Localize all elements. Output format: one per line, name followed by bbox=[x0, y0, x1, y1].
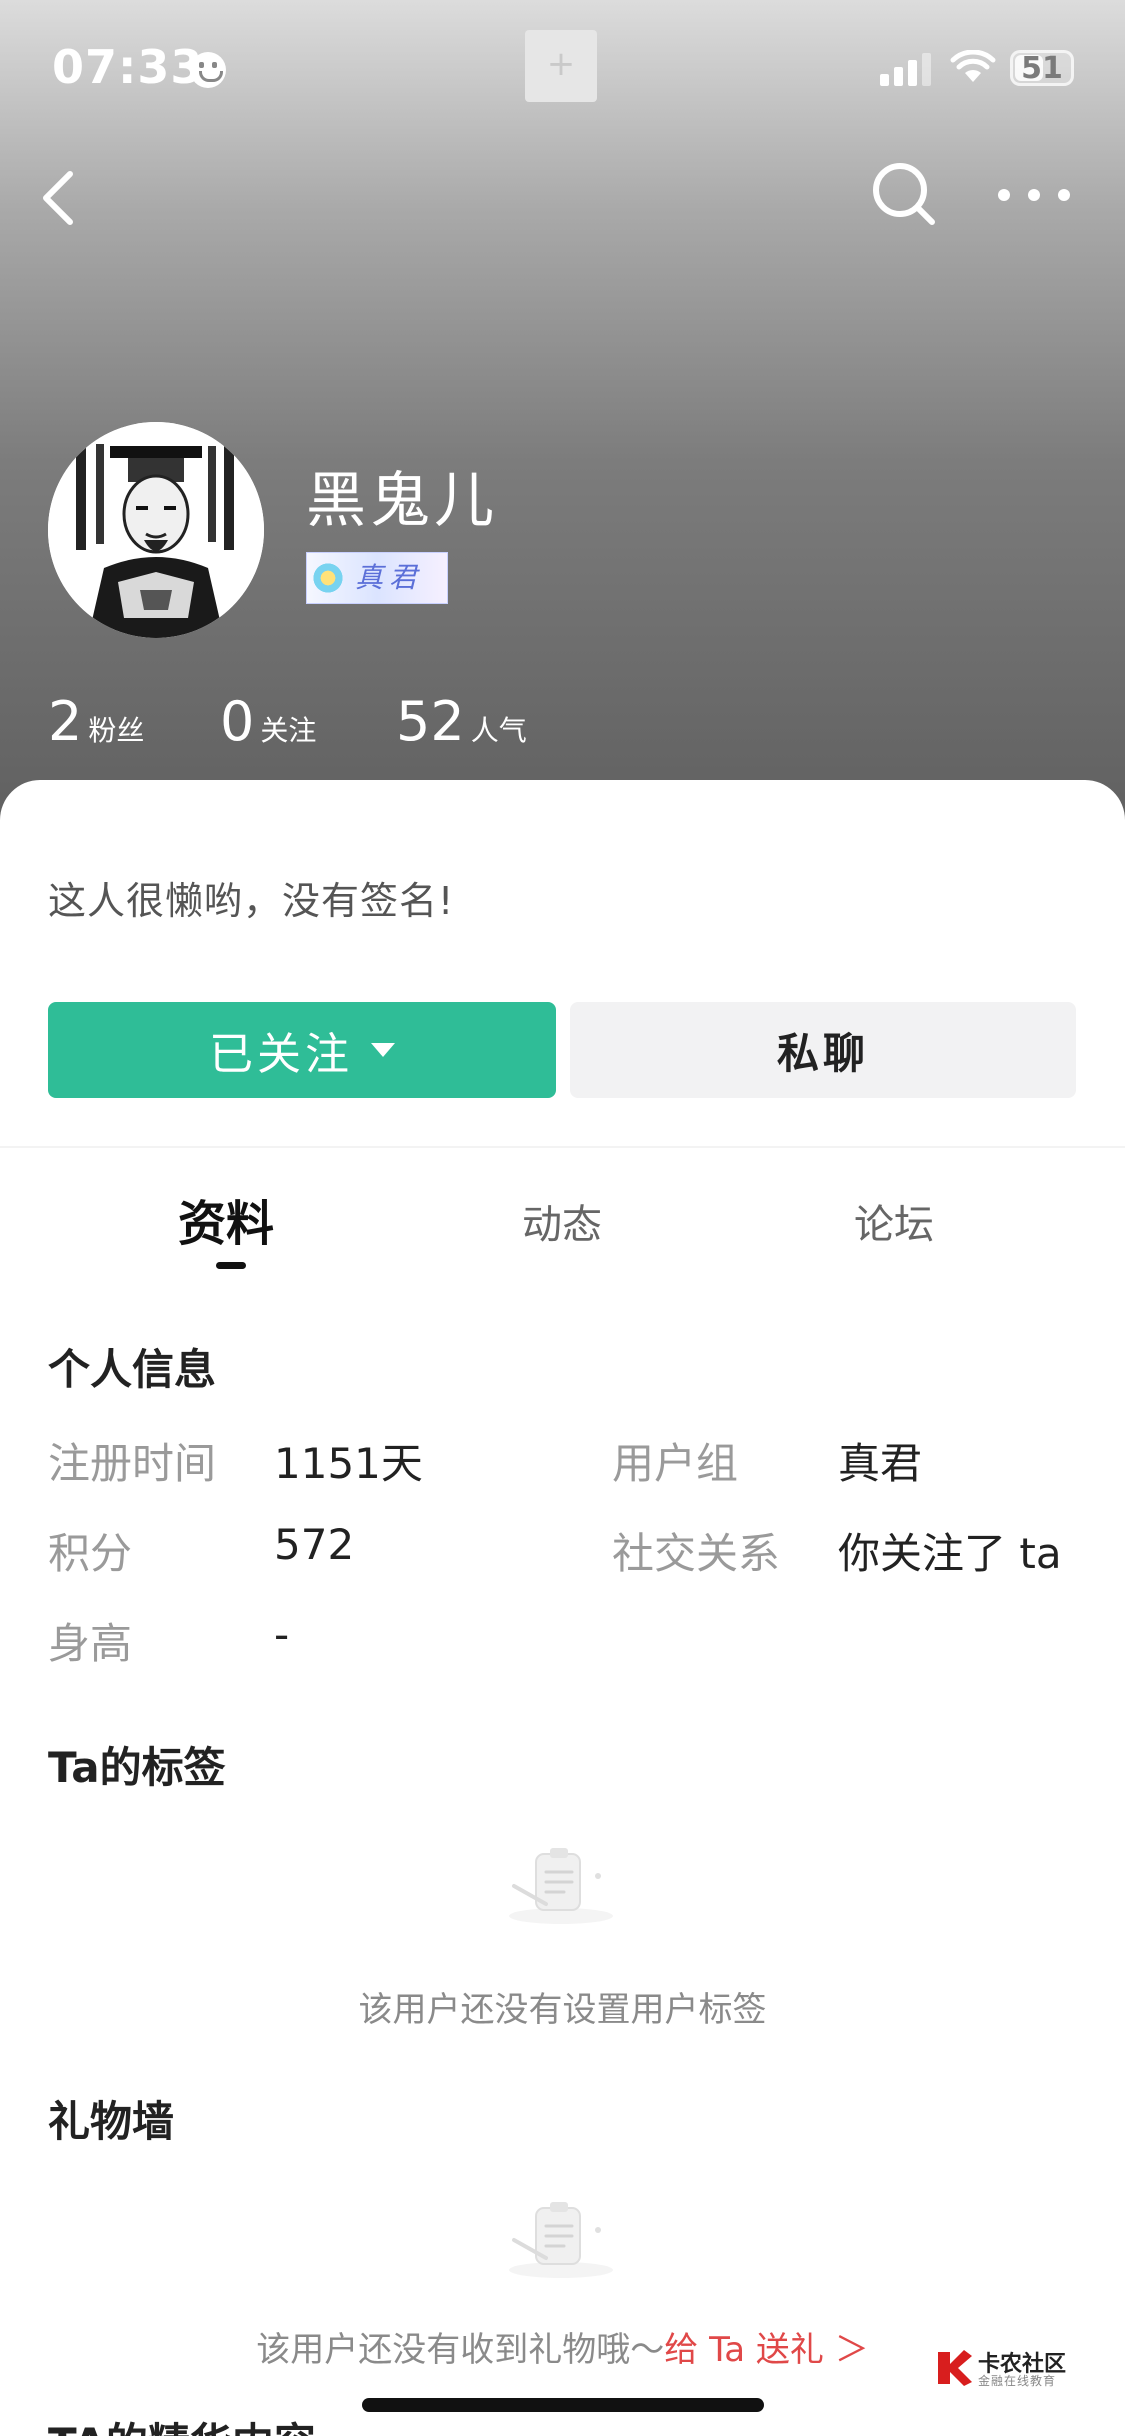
smile-icon bbox=[190, 52, 226, 88]
info-value-register-time: 1151天 bbox=[274, 1439, 423, 1488]
info-label-social: 社交关系 bbox=[612, 1529, 781, 1578]
tags-empty-text: 该用户还没有设置用户标签 bbox=[358, 1990, 767, 2030]
personal-info-title: 个人信息 bbox=[48, 1345, 217, 1394]
info-label-height: 身高 bbox=[48, 1619, 133, 1668]
stat-value: 52 bbox=[396, 690, 465, 753]
watermark-sub: 金融在线教育 bbox=[978, 2374, 1057, 2388]
info-label-points: 积分 bbox=[48, 1529, 133, 1578]
empty-document-icon bbox=[509, 2202, 613, 2278]
stat-value: 0 bbox=[220, 690, 255, 753]
send-gift-link[interactable]: 给 Ta 送礼 ＞ bbox=[664, 2330, 868, 2370]
avatar-portrait-image bbox=[48, 422, 264, 638]
tab-activity[interactable]: 动态 bbox=[522, 1192, 602, 1250]
battery-percent: 51 bbox=[1021, 51, 1063, 86]
info-value-height: - bbox=[274, 1610, 290, 1659]
chevron-left-icon[interactable] bbox=[36, 166, 88, 230]
user-group-badge: 真君 bbox=[306, 552, 448, 604]
stat-popularity: 52 人气 bbox=[396, 690, 527, 753]
home-indicator[interactable] bbox=[362, 2398, 764, 2412]
screen-recording-indicator bbox=[525, 30, 597, 102]
featured-content-title: TA的精华内容 bbox=[48, 2418, 316, 2436]
status-time: 07:33 bbox=[52, 40, 204, 94]
gift-wall-title: 礼物墙 bbox=[48, 2097, 175, 2146]
stat-value: 2 bbox=[48, 690, 83, 753]
caret-down-icon bbox=[371, 1043, 395, 1057]
username: 黑鬼儿 bbox=[306, 466, 498, 536]
followed-button[interactable]: 已关注 bbox=[48, 1002, 556, 1098]
battery-icon: 51 bbox=[1010, 50, 1074, 86]
wifi-icon bbox=[950, 50, 996, 82]
stat-following[interactable]: 0 关注 bbox=[220, 690, 316, 753]
stat-label: 人气 bbox=[470, 714, 527, 747]
info-label-register-time: 注册时间 bbox=[48, 1439, 217, 1488]
status-bar: 07:33 51 bbox=[0, 0, 1125, 135]
tags-title: Ta的标签 bbox=[48, 1743, 226, 1792]
info-value-user-group: 真君 bbox=[838, 1439, 923, 1488]
cellular-signal-icon bbox=[880, 52, 934, 86]
stat-label: 关注 bbox=[260, 714, 317, 747]
active-tab-indicator bbox=[216, 1262, 246, 1269]
info-label-user-group: 用户组 bbox=[612, 1439, 739, 1488]
private-chat-button[interactable]: 私聊 bbox=[570, 1002, 1076, 1098]
more-horizontal-icon[interactable] bbox=[996, 180, 1072, 210]
gift-empty-text: 该用户还没有收到礼物哦～ bbox=[256, 2330, 665, 2370]
site-logo-icon bbox=[938, 2350, 972, 2386]
info-value-points: 572 bbox=[274, 1520, 355, 1569]
search-icon[interactable] bbox=[868, 158, 940, 230]
info-value-social: 你关注了 ta bbox=[838, 1529, 1062, 1578]
stat-followers[interactable]: 2 粉丝 bbox=[48, 690, 144, 753]
private-chat-label: 私聊 bbox=[776, 1028, 869, 1078]
signature-text: 这人很懒哟，没有签名! bbox=[48, 879, 455, 923]
divider bbox=[0, 1146, 1125, 1148]
flower-icon bbox=[311, 561, 345, 595]
tab-profile[interactable]: 资料 bbox=[178, 1184, 274, 1254]
followed-button-label: 已关注 bbox=[209, 1029, 353, 1080]
stat-label: 粉丝 bbox=[88, 714, 145, 747]
avatar[interactable] bbox=[48, 422, 264, 638]
empty-document-icon bbox=[509, 1848, 613, 1924]
badge-text: 真君 bbox=[355, 561, 424, 594]
tab-forum[interactable]: 论坛 bbox=[854, 1192, 934, 1250]
